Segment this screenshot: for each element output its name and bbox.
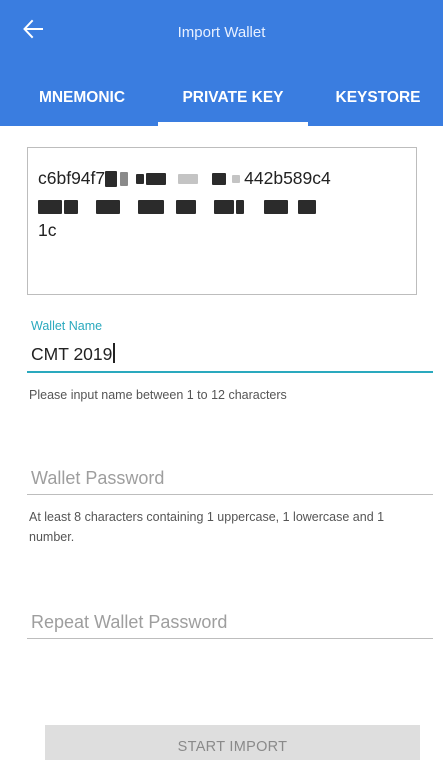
redaction-block <box>120 172 129 187</box>
redaction-block <box>232 175 241 184</box>
tab-bar: MNEMONIC PRIVATE KEY KEYSTORE <box>0 80 443 126</box>
wallet-password-input[interactable]: Wallet Password <box>31 468 164 489</box>
wallet-name-value: CMT 2019 <box>31 344 113 364</box>
redaction-block <box>136 174 145 185</box>
tab-mnemonic[interactable]: MNEMONIC <box>18 80 146 126</box>
tab-private-key[interactable]: PRIVATE KEY <box>158 80 308 126</box>
private-key-textarea[interactable]: c6bf94f7 442b589c4 1c <box>27 147 417 295</box>
redaction-block <box>105 171 118 188</box>
wallet-password-hint: At least 8 characters containing 1 upper… <box>29 510 385 544</box>
wallet-password-underline <box>27 494 433 495</box>
redaction-block <box>298 200 316 215</box>
redaction-block <box>96 200 120 215</box>
redaction-block <box>38 200 62 215</box>
redaction-block <box>264 200 288 215</box>
redaction-block <box>212 173 227 186</box>
app-header: Import Wallet MNEMONIC PRIVATE KEY KEYST… <box>0 0 443 126</box>
redaction-block <box>176 200 196 215</box>
private-key-start: c6bf94f7 <box>38 168 106 188</box>
tab-keystore[interactable]: KEYSTORE <box>318 80 438 126</box>
private-key-line-1: c6bf94f7 442b589c4 <box>38 166 406 190</box>
redaction-block <box>146 173 167 186</box>
redaction-block <box>214 200 234 215</box>
private-key-line-3: 1c <box>38 220 57 240</box>
repeat-password-underline <box>27 638 433 639</box>
wallet-name-underline <box>27 371 433 373</box>
page-title: Import Wallet <box>177 24 266 41</box>
redaction-block <box>236 200 244 215</box>
text-caret <box>113 343 116 363</box>
repeat-password-input[interactable]: Repeat Wallet Password <box>31 612 227 633</box>
redaction-block <box>138 200 164 215</box>
start-import-button[interactable]: START IMPORT <box>45 725 420 760</box>
wallet-name-label: Wallet Name <box>31 319 103 333</box>
wallet-name-input[interactable]: CMT 2019 <box>31 343 116 365</box>
redaction-block <box>178 174 199 185</box>
redaction-block <box>64 200 78 215</box>
private-key-end: 442b589c4 <box>244 168 331 188</box>
selected-tab-indicator <box>158 122 308 126</box>
wallet-name-hint: Please input name between 1 to 12 charac… <box>29 388 287 402</box>
private-key-line-2 <box>38 194 406 218</box>
